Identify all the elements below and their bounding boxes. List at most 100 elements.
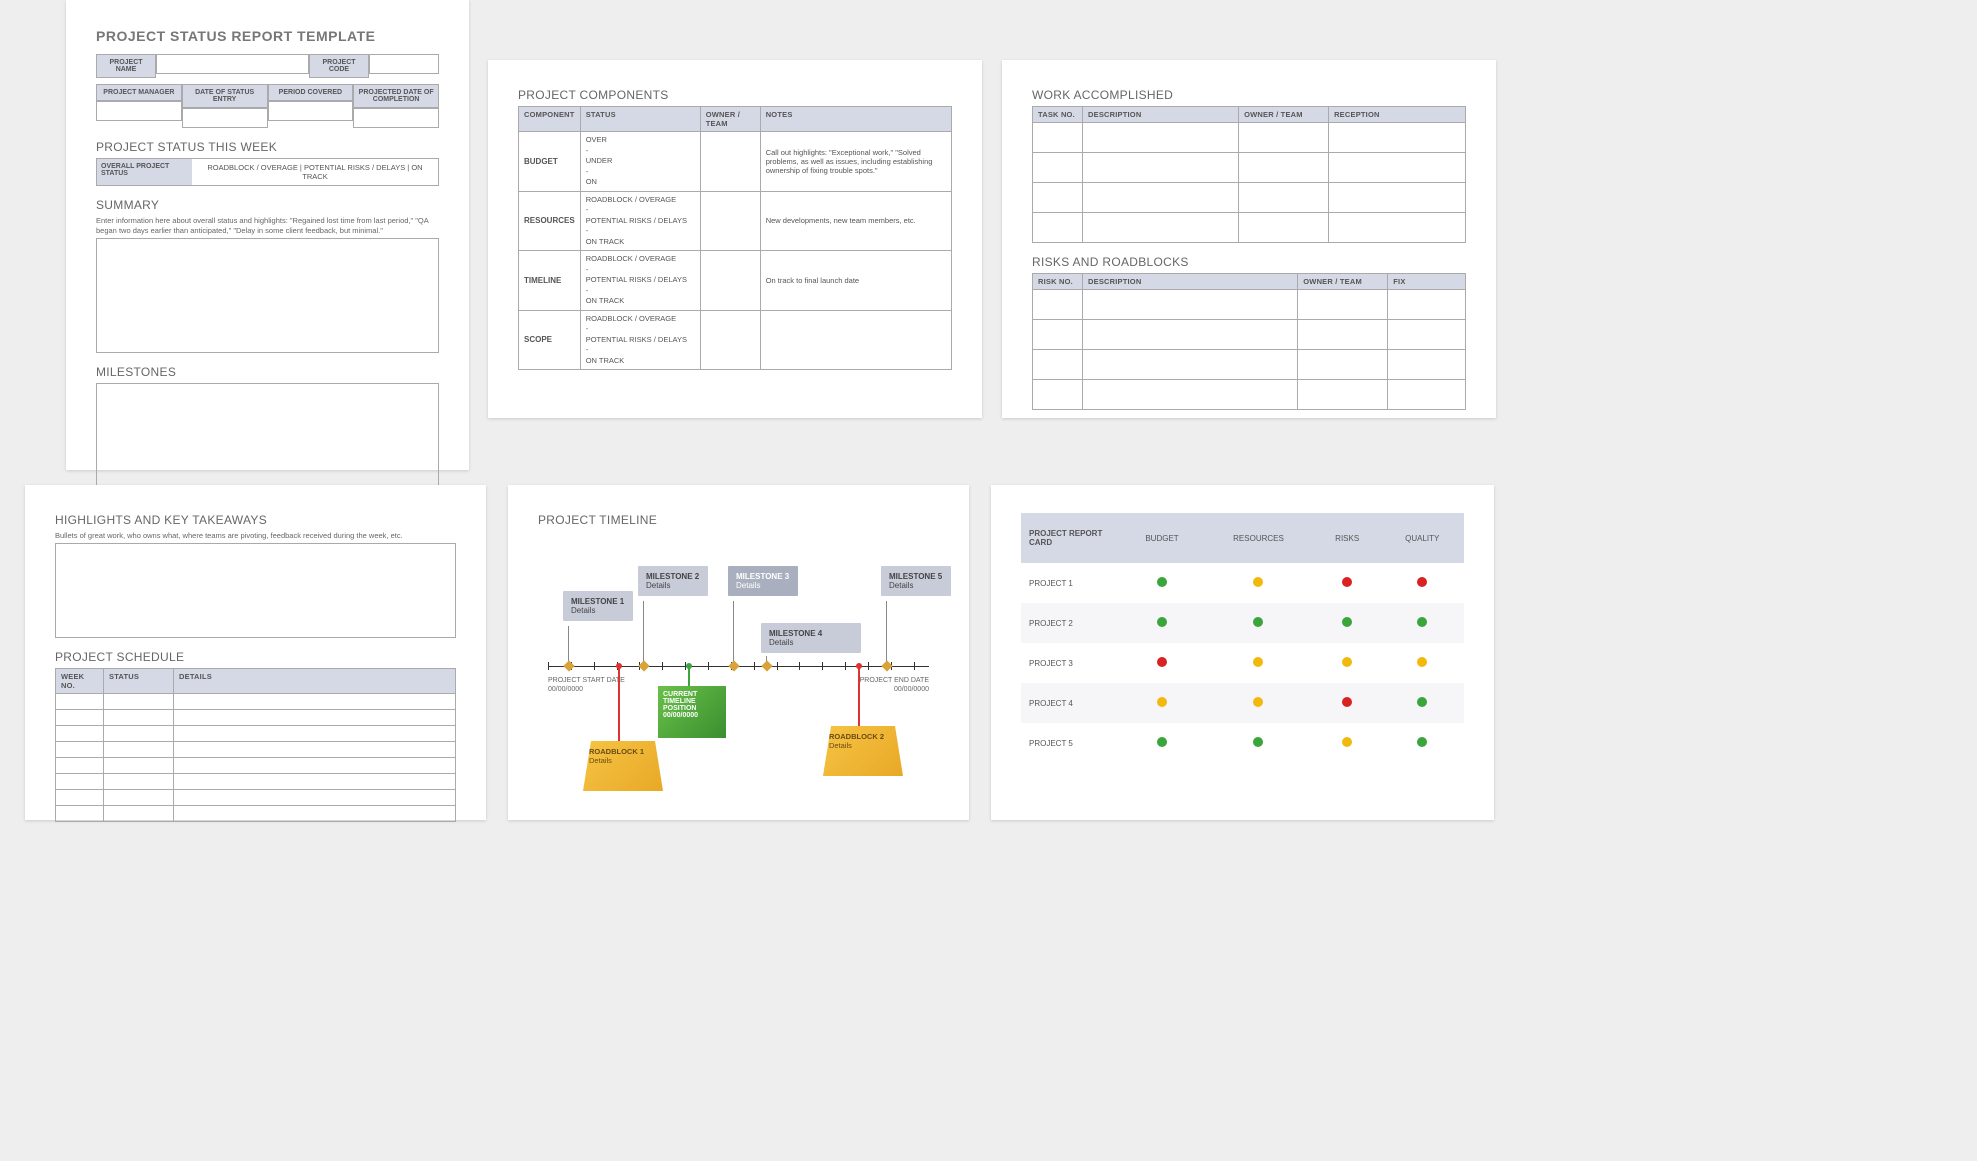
table-row[interactable]: RESOURCESROADBLOCK / OVERAGE-POTENTIAL R… [519,191,952,251]
current-line [688,666,690,686]
summary-box[interactable] [96,238,439,353]
col-component: COMPONENT [519,107,581,132]
table-row: PROJECT 2 [1021,603,1464,643]
col-taskno: TASK NO. [1033,107,1083,123]
work-table: TASK NO. DESCRIPTION OWNER / TEAM RECEPT… [1032,106,1466,243]
highlights-heading: HIGHLIGHTS AND KEY TAKEAWAYS [55,513,456,527]
col-status: STATUS [104,668,174,693]
status-dot-icon [1253,657,1263,667]
period-field[interactable] [268,101,354,121]
table-row[interactable] [1033,350,1466,380]
table-row: PROJECT 1 [1021,563,1464,603]
status-dot-icon [1157,657,1167,667]
components-table: COMPONENT STATUS OWNER / TEAM NOTES BUDG… [518,106,952,370]
project-name-label: PROJECT NAME [96,54,156,78]
col-notes: NOTES [760,107,951,132]
projected-date-label: PROJECTED DATE OF COMPLETION [353,84,439,108]
status-options[interactable]: ROADBLOCK / OVERAGE | POTENTIAL RISKS / … [192,159,438,185]
overall-status-label: OVERALL PROJECT STATUS [97,159,192,185]
roadblock-line [858,666,860,726]
status-dot-icon [1417,577,1427,587]
project-code-field[interactable] [369,54,439,74]
table-row[interactable] [56,693,456,709]
work-heading: WORK ACCOMPLISHED [1032,88,1466,102]
col-weekno: WEEK NO. [56,668,104,693]
status-dot-icon [1342,617,1352,627]
projected-date-field[interactable] [353,108,439,128]
overall-status-row: OVERALL PROJECT STATUS ROADBLOCK / OVERA… [96,158,439,186]
col-status: STATUS [580,107,700,132]
table-row[interactable] [1033,320,1466,350]
timeline-heading: PROJECT TIMELINE [538,513,939,527]
page-timeline: PROJECT TIMELINE MILESTONE 1Details MILE… [508,485,969,820]
date-entry-field[interactable] [182,108,268,128]
table-row[interactable] [56,773,456,789]
table-row: PROJECT 4 [1021,683,1464,723]
end-date-label: PROJECT END DATE00/00/0000 [860,676,929,694]
col-owner: OWNER / TEAM [1298,274,1388,290]
page-work-risks: WORK ACCOMPLISHED TASK NO. DESCRIPTION O… [1002,60,1496,418]
col-fix: FIX [1388,274,1466,290]
page-highlights-schedule: HIGHLIGHTS AND KEY TAKEAWAYS Bullets of … [25,485,486,820]
status-dot-icon [1157,737,1167,747]
diamond-icon [563,660,574,671]
status-dot-icon [1157,697,1167,707]
status-dot-icon [1253,617,1263,627]
project-name-field[interactable] [156,54,309,74]
table-row[interactable]: BUDGETOVER-UNDER-ONCall out highlights: … [519,132,952,192]
page-status-report: PROJECT STATUS REPORT TEMPLATE PROJECT N… [66,0,469,470]
status-dot-icon [1253,737,1263,747]
roadblock-1: ROADBLOCK 1Details [583,741,663,791]
table-row[interactable] [1033,123,1466,153]
summary-heading: SUMMARY [96,198,439,212]
table-row[interactable] [1033,183,1466,213]
milestone-2: MILESTONE 2Details [638,566,708,596]
pm-field[interactable] [96,101,182,121]
table-row[interactable] [56,789,456,805]
table-row[interactable]: TIMELINEROADBLOCK / OVERAGE-POTENTIAL RI… [519,251,952,311]
table-row[interactable] [56,741,456,757]
milestones-box[interactable] [96,383,439,498]
highlights-box[interactable] [55,543,456,638]
status-dot-icon [1342,737,1352,747]
status-dot-icon [1253,697,1263,707]
risks-heading: RISKS AND ROADBLOCKS [1032,255,1466,269]
page-components: PROJECT COMPONENTS COMPONENT STATUS OWNE… [488,60,982,418]
dot-icon [686,663,692,669]
dot-icon [616,663,622,669]
components-heading: PROJECT COMPONENTS [518,88,952,102]
diamond-icon [761,660,772,671]
status-dot-icon [1417,697,1427,707]
table-row[interactable] [56,757,456,773]
status-dot-icon [1157,577,1167,587]
milestone-1: MILESTONE 1Details [563,591,633,621]
col-resources: RESOURCES [1203,513,1314,563]
table-row[interactable] [1033,213,1466,243]
status-dot-icon [1342,657,1352,667]
table-row: PROJECT 5 [1021,723,1464,763]
table-row[interactable] [1033,290,1466,320]
table-row[interactable] [56,709,456,725]
status-week-heading: PROJECT STATUS THIS WEEK [96,140,439,154]
risks-table: RISK NO. DESCRIPTION OWNER / TEAM FIX [1032,273,1466,410]
table-row[interactable] [56,725,456,741]
milestone-3: MILESTONE 3Details [728,566,798,596]
table-row[interactable]: SCOPEROADBLOCK / OVERAGE-POTENTIAL RISKS… [519,310,952,370]
page-title: PROJECT STATUS REPORT TEMPLATE [96,28,439,44]
status-dot-icon [1253,577,1263,587]
col-quality: QUALITY [1380,513,1464,563]
table-row[interactable] [1033,153,1466,183]
table-row[interactable] [1033,380,1466,410]
col-owner: OWNER / TEAM [1239,107,1329,123]
table-row[interactable] [56,805,456,821]
status-dot-icon [1342,697,1352,707]
current-position: CURRENTTIMELINEPOSITION00/00/0000 [658,686,726,738]
col-budget: BUDGET [1121,513,1203,563]
report-card-table: PROJECT REPORT CARD BUDGET RESOURCES RIS… [1021,513,1464,763]
status-dot-icon [1342,577,1352,587]
highlights-hint: Bullets of great work, who owns what, wh… [55,531,456,541]
start-date-label: PROJECT START DATE00/00/0000 [548,676,625,694]
project-code-label: PROJECT CODE [309,54,369,78]
summary-hint: Enter information here about overall sta… [96,216,439,236]
col-project: PROJECT REPORT CARD [1021,513,1121,563]
